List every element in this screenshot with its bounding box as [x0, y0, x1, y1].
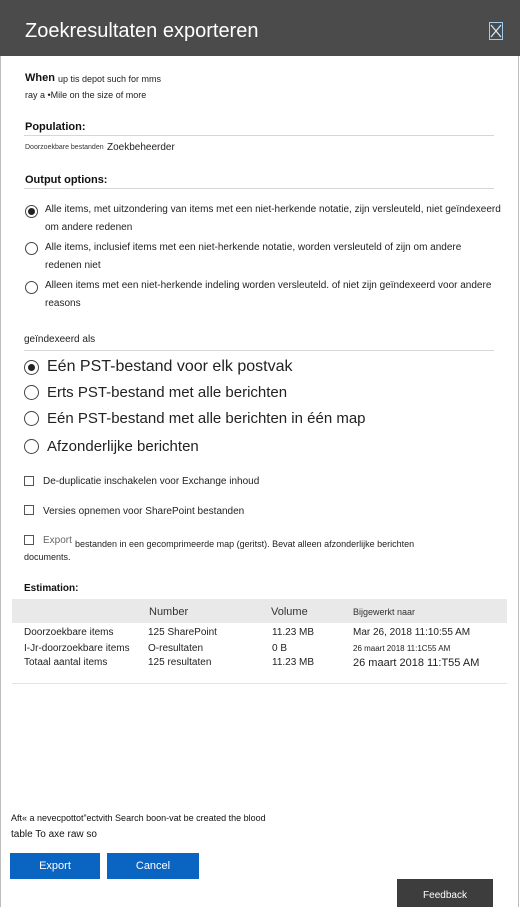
export-as-option-1[interactable]: Eén PST-bestand voor elk postvak: [47, 358, 292, 376]
export-as-option-4-radio[interactable]: [24, 439, 39, 454]
output-options-divider: [24, 188, 494, 189]
output-option-2-radio[interactable]: [25, 242, 38, 255]
output-option-3-line1: Alleen items met een niet-herkende indel…: [45, 280, 492, 291]
export-as-option-2[interactable]: Erts PST-bestand met alle berichten: [47, 384, 287, 401]
header-updated: Bijgewerkt naar: [353, 607, 416, 617]
export-as-option-3-radio[interactable]: [24, 411, 39, 426]
when-text-line2: ray a •Mile on the size of more: [25, 90, 147, 100]
export-button[interactable]: Export: [10, 853, 100, 879]
output-option-2[interactable]: Alle items, inclusief items met een niet…: [45, 239, 505, 275]
output-option-3[interactable]: Alleen items met een niet-herkende indel…: [45, 277, 505, 313]
when-label: When: [25, 72, 55, 84]
row-3-number: 125 resultaten: [148, 657, 212, 668]
row-3-updated: 26 maart 2018 11:T55 AM: [353, 657, 480, 669]
export-as-divider: [24, 350, 494, 351]
zip-label-prefix: Export: [43, 535, 72, 546]
row-2-name: I-Jr-doorzoekbare items: [24, 643, 130, 654]
zip-label-line2: documents.: [24, 552, 71, 562]
when-text-line1: up tis depot such for mms: [58, 74, 162, 84]
population-label: Population:: [25, 121, 86, 133]
export-as-label: geïndexeerd als: [24, 334, 96, 345]
header-volume: Volume: [271, 606, 308, 618]
estimation-divider: [12, 683, 507, 684]
footer-note-line1: Aft« a nevecpottot”ectvith Search boon-v…: [11, 813, 266, 823]
versions-checkbox[interactable]: [24, 505, 34, 515]
dialog-border-right: [518, 56, 519, 907]
export-as-option-3[interactable]: Eén PST-bestand met alle berichten in éé…: [47, 410, 366, 427]
footer-note-line2: table To axe raw so: [11, 829, 97, 840]
row-2-number: O-resultaten: [148, 643, 204, 654]
output-option-1-radio[interactable]: [25, 205, 38, 218]
output-option-2-line1: Alle items, inclusief items met een niet…: [45, 242, 462, 253]
feedback-button[interactable]: Feedback: [397, 879, 493, 907]
output-option-1-line1: Alle items, met uitzondering van items m…: [45, 204, 501, 215]
export-as-option-4[interactable]: Afzonderlijke berichten: [47, 438, 199, 455]
output-options-label: Output options:: [25, 174, 108, 186]
close-icon[interactable]: [489, 22, 503, 40]
output-option-2-line2: redenen niet: [45, 260, 101, 271]
output-option-3-line2: reasons: [45, 298, 81, 309]
dedup-label: De-duplicatie inschakelen voor Exchange …: [43, 476, 260, 487]
dedup-checkbox[interactable]: [24, 476, 34, 486]
row-1-number: 125 SharePoint: [148, 627, 217, 638]
population-divider: [24, 135, 494, 136]
population-value: Zoekbeheerder: [107, 142, 175, 153]
estimation-label: Estimation:: [24, 583, 79, 594]
row-3-name: Totaal aantal items: [24, 657, 108, 668]
zip-label-line1: bestanden in een gecomprimeerde map (ger…: [75, 539, 415, 549]
dialog-header: Zoekresultaten exporteren: [0, 0, 520, 56]
row-1-volume: 11.23 MB: [272, 627, 315, 638]
row-2-volume: 0 B: [272, 643, 288, 654]
zip-checkbox[interactable]: [24, 535, 34, 545]
export-as-option-2-radio[interactable]: [24, 385, 39, 400]
header-number: Number: [149, 606, 189, 618]
dialog-title: Zoekresultaten exporteren: [25, 20, 259, 42]
output-option-1-line2: om andere redenen: [45, 222, 133, 233]
population-tiny-label: Doorzoekbare bestanden: [25, 144, 104, 151]
row-1-name: Doorzoekbare items: [24, 627, 114, 638]
export-as-option-1-radio[interactable]: [24, 360, 39, 375]
versions-label: Versies opnemen voor SharePoint bestande…: [43, 506, 245, 517]
output-option-1[interactable]: Alle items, met uitzondering van items m…: [45, 201, 505, 237]
row-3-volume: 11.23 MB: [272, 657, 315, 668]
estimation-table-header: [12, 599, 507, 623]
row-2-updated: 26 maart 2018 11:1C55 AM: [353, 644, 451, 653]
output-option-3-radio[interactable]: [25, 281, 38, 294]
cancel-button[interactable]: Cancel: [107, 853, 199, 879]
row-1-updated: Mar 26, 2018 11:10:55 AM: [353, 627, 471, 638]
dialog-border-left: [0, 56, 1, 907]
